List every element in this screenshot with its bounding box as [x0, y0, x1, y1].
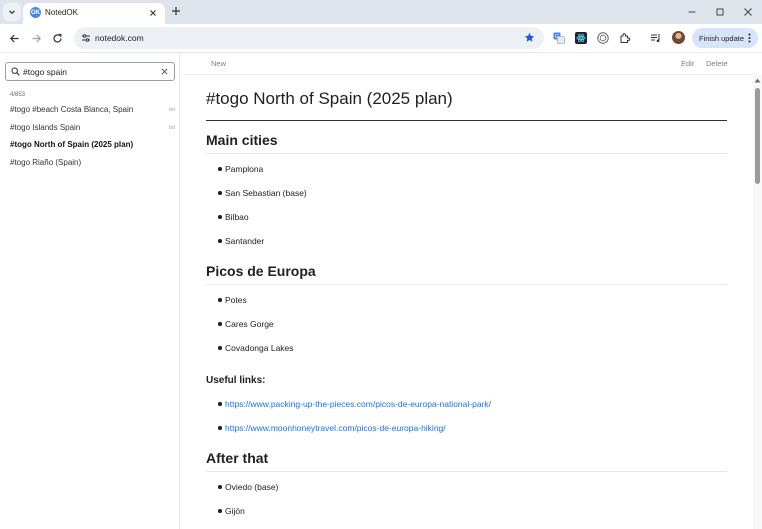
external-link[interactable]: https://www.moonhoneytravel.com/picos-de…: [225, 423, 446, 433]
result-count: 4/853: [10, 92, 26, 98]
new-tab-button[interactable]: [170, 5, 182, 17]
picos-list: Potes Cares Gorge Covadonga Lakes: [206, 294, 727, 366]
finish-update-button[interactable]: Finish update: [692, 28, 758, 48]
react-icon: [575, 32, 587, 44]
forward-button[interactable]: [29, 31, 43, 45]
extensions-menu-button[interactable]: [618, 31, 632, 45]
browser-tab[interactable]: OK NotedOK: [23, 3, 165, 24]
bookmark-button[interactable]: [523, 31, 536, 44]
search-input[interactable]: [23, 65, 155, 78]
notedok-favicon-icon: OK: [30, 7, 41, 18]
note-list: #togo #beach Costa Blanca, Spain txt #to…: [0, 103, 180, 173]
scroll-up-arrow-icon[interactable]: [754, 78, 761, 83]
link-list-item: https://www.moonhoneytravel.com/picos-de…: [218, 422, 727, 446]
list-item: Pamplona: [218, 163, 727, 187]
maximize-icon: [716, 8, 724, 16]
list-item: Cares Gorge: [218, 318, 727, 342]
page-scrollbar[interactable]: [753, 74, 762, 529]
useful-links-heading: Useful links:: [206, 375, 266, 386]
note-list-item[interactable]: #togo #beach Costa Blanca, Spain txt: [0, 103, 180, 121]
note-title: #togo #beach Costa Blanca, Spain: [10, 105, 134, 114]
url-text: notedok.com: [95, 33, 144, 43]
reload-icon: [52, 33, 62, 43]
section-heading-picos-de-europa: Picos de Europa: [206, 262, 727, 285]
profile-avatar[interactable]: [672, 31, 685, 44]
arrow-right-icon: [32, 34, 41, 42]
section-heading-main-cities: Main cities: [206, 131, 727, 154]
note-file-ext: txt: [169, 124, 175, 131]
tab-title: NotedOK: [45, 8, 78, 17]
translate-icon: G: [553, 32, 565, 44]
note-title: #togo North of Spain (2025 plan): [10, 140, 134, 149]
translate-extension-button[interactable]: G: [552, 31, 566, 45]
browser-tabstrip: OK NotedOK: [0, 0, 762, 24]
chevron-down-icon: [9, 10, 15, 15]
list-item: Bilbao: [218, 211, 727, 235]
list-item: Gijón: [218, 505, 727, 529]
external-link[interactable]: https://www.packing-up-the-pieces.com/pi…: [225, 399, 491, 409]
puzzle-icon: [620, 33, 631, 43]
list-item: San Sebastian (base): [218, 187, 727, 211]
tab-close-button[interactable]: [147, 7, 159, 19]
new-note-button[interactable]: New: [211, 59, 226, 68]
note-file-ext: txt: [169, 107, 175, 113]
clear-search-button[interactable]: [160, 67, 169, 76]
after-that-list: Oviedo (base) Gijón: [206, 481, 727, 529]
tab-search-button[interactable]: [3, 3, 21, 21]
note-title: #togo Islands Spain: [10, 122, 81, 132]
search-icon: [11, 67, 20, 76]
link-list-item: https://www.packing-up-the-pieces.com/pi…: [218, 398, 727, 422]
close-icon: [161, 68, 168, 75]
note-title: #togo Riaño (Spain): [10, 157, 82, 167]
list-item: Potes: [218, 294, 727, 318]
note-list-item-selected[interactable]: #togo North of Spain (2025 plan): [0, 138, 180, 156]
delete-note-button[interactable]: Delete: [706, 59, 728, 68]
queue-music-icon: [651, 34, 660, 43]
note-body: #togo North of Spain (2025 plan) Main ci…: [206, 88, 727, 529]
edit-note-button[interactable]: Edit: [681, 59, 694, 68]
scrollbar-thumb[interactable]: [755, 88, 760, 184]
list-item: Covadonga Lakes: [218, 342, 727, 366]
window-close-button[interactable]: [741, 5, 755, 19]
close-icon: [150, 10, 156, 16]
note-list-item[interactable]: #togo Islands Spain txt: [0, 121, 180, 139]
list-item: Oviedo (base): [218, 481, 727, 505]
minimize-icon: [688, 11, 696, 13]
search-box[interactable]: [5, 62, 175, 81]
react-devtools-extension-button[interactable]: [574, 31, 588, 45]
extension-button[interactable]: [596, 31, 610, 45]
notes-sidebar: 4/853 #togo #beach Costa Blanca, Spain t…: [0, 53, 180, 529]
back-button[interactable]: [7, 31, 21, 45]
tune-icon: [82, 34, 90, 42]
note-title-heading: #togo North of Spain (2025 plan): [206, 88, 727, 121]
finish-update-label: Finish update: [699, 33, 745, 43]
svg-text:G: G: [555, 34, 559, 40]
note-view: New Edit Delete #togo North of Spain (20…: [181, 53, 753, 529]
circle-badge-icon: [597, 32, 609, 44]
section-heading-after-that: After that: [206, 449, 727, 472]
more-vert-icon: [748, 33, 751, 43]
plus-icon: [172, 7, 180, 15]
note-list-item[interactable]: #togo Riaño (Spain): [0, 156, 180, 174]
site-info-icon[interactable]: [80, 32, 92, 44]
arrow-left-icon: [9, 34, 18, 42]
useful-links-list: https://www.packing-up-the-pieces.com/pi…: [206, 398, 727, 446]
toolbar-divider: [181, 74, 753, 75]
star-icon: [524, 32, 535, 42]
reading-list-button[interactable]: [649, 31, 663, 45]
list-item: Santander: [218, 235, 727, 259]
browser-toolbar: notedok.com G Finish update: [0, 24, 762, 53]
main-cities-list: Pamplona San Sebastian (base) Bilbao San…: [206, 163, 727, 259]
reload-button[interactable]: [50, 31, 64, 45]
minimize-button[interactable]: [685, 5, 699, 19]
close-icon: [744, 8, 752, 16]
address-bar[interactable]: notedok.com: [74, 27, 544, 49]
maximize-button[interactable]: [713, 5, 727, 19]
